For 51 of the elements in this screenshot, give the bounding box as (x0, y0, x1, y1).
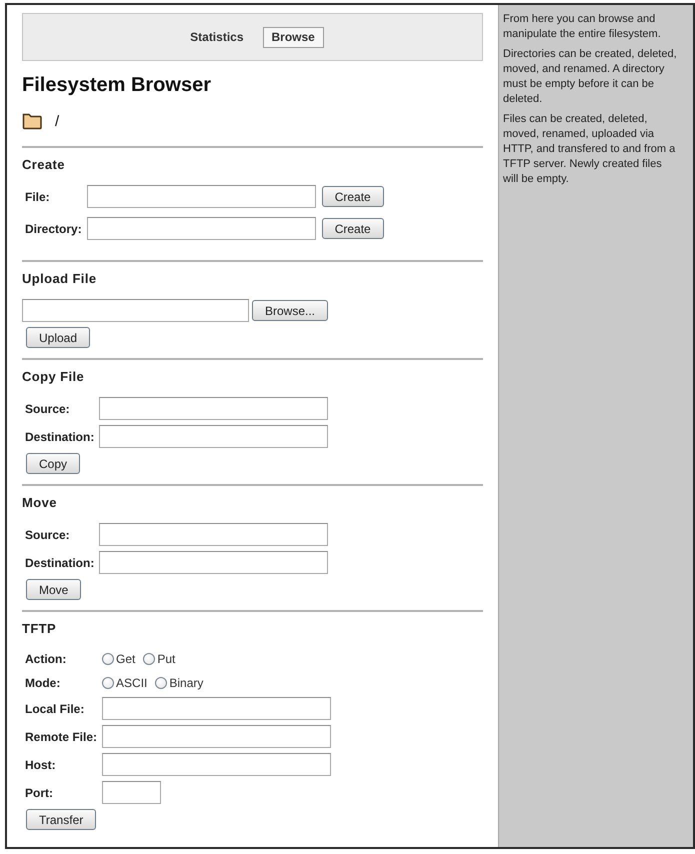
section-heading: TFTP (22, 621, 58, 637)
text-field[interactable] (86, 217, 316, 240)
field-label: Source: (25, 402, 71, 416)
field-label: Remote File: (25, 730, 98, 744)
file-path-field[interactable] (22, 299, 249, 322)
action-button[interactable]: Transfer (26, 809, 96, 830)
radio-button[interactable] (102, 676, 114, 688)
field-label: Local File: (25, 702, 86, 716)
section-heading: Upload File (22, 271, 98, 287)
nav-tab[interactable]: Browse (262, 26, 324, 48)
field-label: Mode: (25, 676, 62, 690)
radio-label[interactable]: Binary (169, 676, 204, 690)
radio-label[interactable]: Get (116, 652, 136, 666)
radio-button[interactable] (102, 652, 114, 664)
section-heading: Move (22, 495, 58, 511)
text-field[interactable] (99, 551, 328, 574)
radio-button[interactable] (143, 652, 156, 664)
help-text: Directories can be created, deleted, moved, and renamed. A directory must be empty before it can be deleted. (503, 47, 678, 107)
page-title: Filesystem Browser (22, 73, 212, 97)
text-field[interactable] (99, 397, 328, 420)
browse-button[interactable]: Browse... (252, 300, 328, 321)
section-heading: Copy File (22, 369, 86, 385)
field-label: Host: (25, 758, 57, 772)
field-label: Destination: (25, 430, 96, 444)
action-button[interactable]: Move (26, 579, 82, 600)
field-label: File: (25, 190, 51, 204)
text-field[interactable] (99, 425, 328, 448)
field-label: Destination: (25, 556, 96, 570)
field-label: Directory: (25, 222, 83, 236)
radio-label[interactable]: Put (157, 652, 176, 666)
help-text: Files can be created, deleted, moved, renamed, uploaded via HTTP, and transfered to and from a TFTP server. Newly created files will be empty. (503, 112, 676, 187)
field-label: Port: (25, 786, 54, 800)
text-field[interactable] (102, 781, 162, 804)
action-button[interactable]: Create (322, 186, 384, 207)
text-field[interactable] (102, 725, 332, 748)
radio-button[interactable] (155, 676, 168, 688)
path-text: / (55, 112, 60, 130)
action-button[interactable]: Copy (26, 453, 80, 474)
text-field[interactable] (102, 697, 332, 720)
radio-label[interactable]: ASCII (116, 676, 148, 690)
help-text: From here you can browse and manipulate the entire filesystem. (503, 12, 662, 42)
text-field[interactable] (86, 185, 316, 208)
text-field[interactable] (102, 753, 332, 776)
text-field[interactable] (99, 523, 328, 546)
action-button[interactable]: Create (322, 218, 384, 239)
nav-tab[interactable]: Statistics (181, 26, 252, 48)
field-label: Action: (25, 652, 68, 666)
section-heading: Create (22, 157, 66, 173)
field-label: Source: (25, 528, 71, 542)
folder-icon (22, 112, 42, 130)
action-button[interactable]: Upload (26, 327, 90, 348)
